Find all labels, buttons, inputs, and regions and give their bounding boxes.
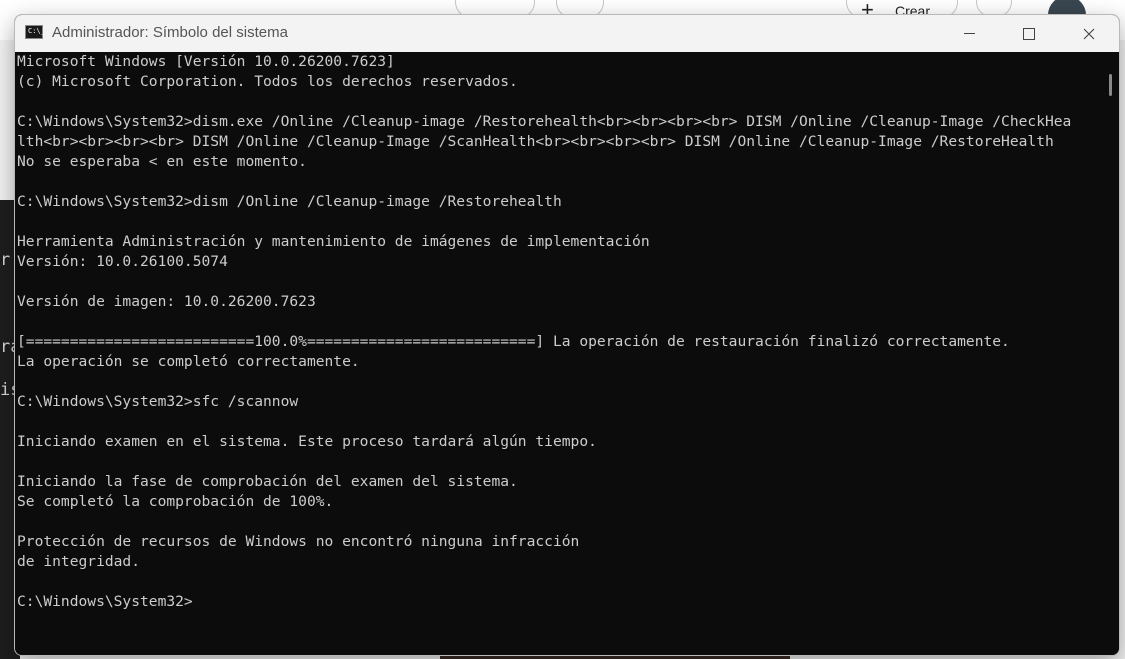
console-line: Iniciando la fase de comprobación del ex… — [17, 473, 518, 490]
minimize-button[interactable] — [939, 15, 999, 52]
console-line: [==========================100.0%=======… — [17, 333, 1010, 350]
title-bar[interactable]: C:\_ Administrador: Símbolo del sistema — [15, 15, 1119, 52]
console-line: No se esperaba < en este momento. — [17, 153, 307, 170]
console-line: Herramienta Administración y mantenimien… — [17, 233, 650, 250]
console-line: C:\Windows\System32> — [17, 593, 193, 610]
close-button[interactable] — [1059, 15, 1119, 52]
console-line: Protección de recursos de Windows no enc… — [17, 533, 580, 550]
maximize-icon — [1023, 27, 1035, 40]
console-line: C:\Windows\System32>sfc /scannow — [17, 393, 299, 410]
console-line: C:\Windows\System32>dism /Online /Cleanu… — [17, 193, 562, 210]
console-line: La operación se completó correctamente. — [17, 353, 360, 370]
minimize-icon — [963, 33, 975, 34]
window-title: Administrador: Símbolo del sistema — [52, 24, 288, 41]
close-icon — [1083, 28, 1095, 39]
console-line: Se completó la comprobación de 100%. — [17, 493, 334, 510]
maximize-button[interactable] — [999, 15, 1059, 52]
background-fragment: r — [0, 250, 11, 270]
console-line: Iniciando examen en el sistema. Este pro… — [17, 433, 597, 450]
scrollbar-thumb[interactable] — [1109, 74, 1112, 96]
console-line: de integridad. — [17, 553, 141, 570]
console-line: Versión: 10.0.26100.5074 — [17, 253, 228, 270]
console-line: (c) Microsoft Corporation. Todos los der… — [17, 73, 518, 90]
console-line: Versión de imagen: 10.0.26200.7623 — [17, 293, 316, 310]
cmd-app-icon: C:\_ — [25, 25, 45, 39]
console-line: lth<br><br><br><br> DISM /Online /Cleanu… — [17, 133, 1054, 150]
console-output[interactable]: Microsoft Windows [Versión 10.0.26200.76… — [15, 52, 1103, 655]
console-line: C:\Windows\System32>dism.exe /Online /Cl… — [17, 113, 1072, 130]
scrollbar[interactable] — [1103, 52, 1119, 655]
console-line: Microsoft Windows [Versión 10.0.26200.76… — [17, 53, 395, 70]
cmd-window[interactable]: C:\_ Administrador: Símbolo del sistema … — [14, 14, 1120, 656]
